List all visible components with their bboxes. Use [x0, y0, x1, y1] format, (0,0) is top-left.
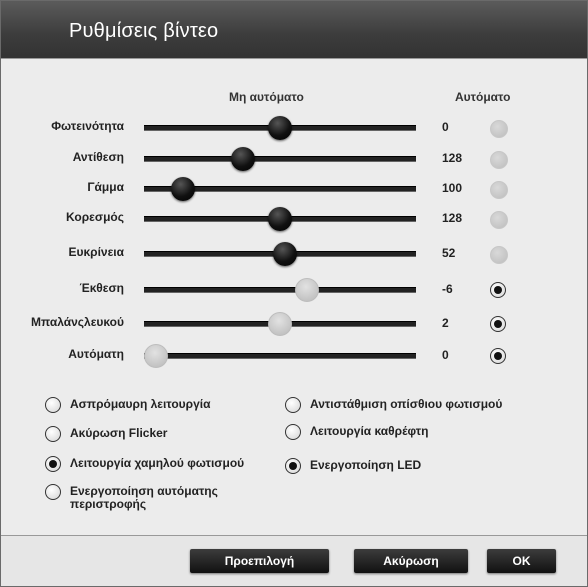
- option-label: Ακύρωση Flicker: [70, 426, 168, 440]
- slider-label: Μπαλάνςλευκού: [30, 315, 124, 329]
- option-radio[interactable]: [285, 458, 301, 474]
- auto-column-header: Αυτόματο: [455, 90, 511, 104]
- slider-label: Αντίθεση: [72, 150, 124, 164]
- auto-radio[interactable]: [490, 246, 508, 264]
- dialog-title: Ρυθμίσεις βίντεο: [69, 20, 219, 42]
- slider-thumb[interactable]: [272, 242, 297, 266]
- slider-track[interactable]: [144, 156, 416, 162]
- option-radio[interactable]: [45, 456, 61, 472]
- slider-label: Φωτεινότητα: [51, 119, 124, 133]
- slider-thumb[interactable]: [268, 207, 292, 231]
- slider-thumb: [144, 344, 168, 368]
- auto-radio[interactable]: [490, 120, 508, 138]
- title-bar: Ρυθμίσεις βίντεο: [1, 1, 587, 58]
- slider-label: Γάμμα: [87, 180, 124, 194]
- auto-radio[interactable]: [490, 211, 508, 229]
- slider-value: 100: [442, 181, 463, 195]
- option-label: Ενεργοποίηση αυτόματης περιστροφής: [70, 484, 218, 511]
- slider-thumb[interactable]: [230, 147, 255, 171]
- divider: [1, 58, 587, 59]
- slider-value: -6: [442, 282, 453, 296]
- defaults-button[interactable]: Προεπιλογή: [190, 549, 329, 573]
- slider-value: 2: [442, 316, 449, 330]
- slider-value: 0: [442, 348, 449, 362]
- button-bar: Προεπιλογή Ακύρωση OK: [1, 536, 587, 586]
- slider-track: [144, 353, 416, 359]
- slider-track: [144, 287, 416, 293]
- slider-value: 128: [442, 151, 463, 165]
- option-radio[interactable]: [45, 426, 61, 442]
- slider-label: Έκθεση: [79, 281, 124, 295]
- option-label: Ασπρόμαυρη λειτουργία: [70, 397, 211, 411]
- auto-radio[interactable]: [490, 151, 508, 169]
- manual-column-header: Μη αυτόματο: [229, 90, 304, 104]
- option-label: Αντιστάθμιση οπίσθιου φωτισμού: [310, 397, 503, 411]
- slider-thumb[interactable]: [268, 116, 292, 140]
- option-radio[interactable]: [285, 397, 301, 413]
- slider-thumb[interactable]: [171, 177, 196, 201]
- slider-thumb: [268, 312, 292, 336]
- auto-radio[interactable]: [490, 181, 508, 199]
- slider-thumb: [295, 278, 320, 302]
- slider-label: Αυτόματη: [68, 347, 124, 361]
- option-radio[interactable]: [45, 397, 61, 413]
- option-label: Λειτουργία χαμηλού φωτισμού: [70, 456, 245, 470]
- auto-radio[interactable]: [490, 282, 506, 298]
- slider-value: 52: [442, 246, 456, 260]
- slider-label: Κορεσμός: [66, 210, 124, 224]
- slider-value: 0: [442, 120, 449, 134]
- auto-radio[interactable]: [490, 348, 506, 364]
- option-label: Λειτουργία καθρέφτη: [310, 424, 429, 438]
- video-settings-dialog: Ρυθμίσεις βίντεο Μη αυτόματο Αυτόματο Φω…: [0, 0, 588, 587]
- ok-button[interactable]: OK: [487, 549, 556, 573]
- option-label: Ενεργοποίηση LED: [310, 458, 422, 472]
- option-radio[interactable]: [285, 424, 301, 440]
- slider-label: Ευκρίνεια: [68, 245, 124, 259]
- cancel-button[interactable]: Ακύρωση: [354, 549, 468, 573]
- auto-radio[interactable]: [490, 316, 506, 332]
- option-radio[interactable]: [45, 484, 61, 500]
- slider-value: 128: [442, 211, 463, 225]
